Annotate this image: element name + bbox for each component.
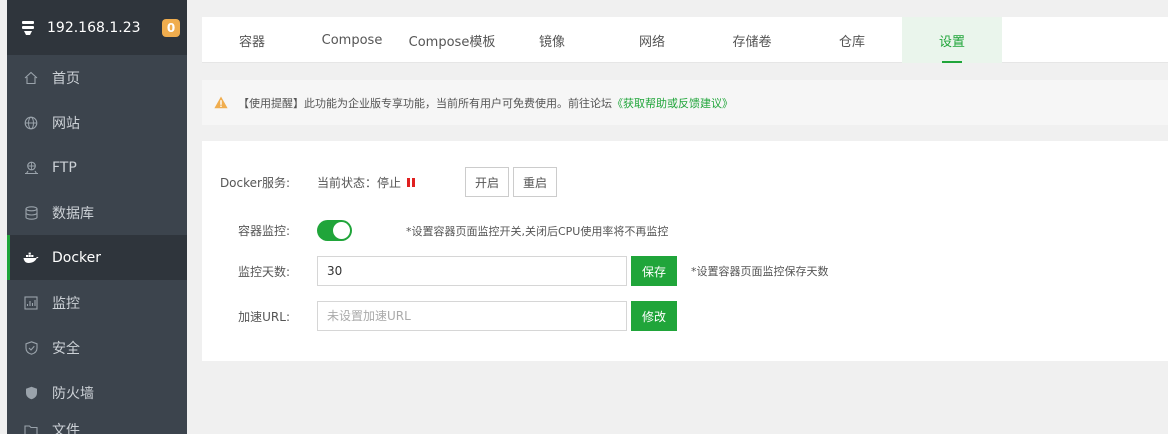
accelerate-url-label: 加速URL: <box>238 309 290 324</box>
docker-tabs: 容器 Compose Compose模板 镜像 网络 存储卷 仓库 设置 <box>202 17 1168 63</box>
sidebar: 192.168.1.23 0 首页 网站 FTP 数据库 Docker 监控 安… <box>7 0 187 434</box>
sidebar-item-label: FTP <box>52 159 77 176</box>
tab-networks[interactable]: 网络 <box>602 17 702 63</box>
sidebar-item-label: 数据库 <box>52 205 94 222</box>
monitor-days-row: 监控天数: 保存 *设置容器页面监控保存天数 <box>202 256 829 286</box>
monitor-icon <box>23 295 39 311</box>
monitor-hint: *设置容器页面监控开关,关闭后CPU使用率将不再监控 <box>406 224 669 238</box>
accelerate-url-input[interactable] <box>317 301 627 331</box>
sidebar-item-home[interactable]: 首页 <box>7 55 187 100</box>
monitor-days-hint: *设置容器页面监控保存天数 <box>691 265 829 278</box>
database-icon <box>23 205 39 221</box>
warning-icon <box>214 96 228 110</box>
service-status-text: 当前状态：停止 <box>317 175 402 190</box>
server-icon <box>20 20 36 36</box>
docker-icon <box>23 250 39 266</box>
docker-service-label: Docker服务: <box>219 175 290 190</box>
restart-button[interactable]: 重启 <box>513 167 558 197</box>
tab-registry[interactable]: 仓库 <box>802 17 902 63</box>
sidebar-item-ftp[interactable]: FTP <box>7 145 187 190</box>
sidebar-item-label: 文件 <box>52 423 80 434</box>
home-icon <box>23 70 39 86</box>
sidebar-item-monitor[interactable]: 监控 <box>7 280 187 325</box>
server-header[interactable]: 192.168.1.23 0 <box>7 0 187 55</box>
tab-images[interactable]: 镜像 <box>502 17 602 63</box>
shield-icon <box>23 340 39 356</box>
sidebar-item-database[interactable]: 数据库 <box>7 190 187 235</box>
sidebar-item-firewall[interactable]: 防火墙 <box>7 370 187 415</box>
tab-compose-templates[interactable]: Compose模板 <box>402 17 502 63</box>
firewall-icon <box>23 385 39 401</box>
tab-settings[interactable]: 设置 <box>902 17 1002 63</box>
tab-volumes[interactable]: 存储卷 <box>702 17 802 63</box>
sidebar-item-website[interactable]: 网站 <box>7 100 187 145</box>
modify-button[interactable]: 修改 <box>631 301 677 331</box>
container-monitor-row: 容器监控: *设置容器页面监控开关,关闭后CPU使用率将不再监控 <box>202 220 668 241</box>
sidebar-item-security[interactable]: 安全 <box>7 325 187 370</box>
sidebar-item-label: 监控 <box>52 295 80 312</box>
tab-containers[interactable]: 容器 <box>202 17 302 63</box>
sidebar-item-files[interactable]: 文件 <box>7 415 187 434</box>
folder-icon <box>23 422 39 434</box>
container-monitor-label: 容器监控: <box>237 224 290 238</box>
usage-notice: 【使用提醒】此功能为企业版专享功能，当前所有用户可免费使用。前往论坛 《获取帮助… <box>202 80 1168 125</box>
settings-panel: Docker服务: 当前状态：停止 开启 重启 容器监控: *设置容器页面监控开… <box>202 141 1168 361</box>
sidebar-item-label: 网站 <box>52 115 80 132</box>
accelerate-url-row: 加速URL: 修改 <box>202 301 677 331</box>
globe-icon <box>23 115 39 131</box>
toggle-knob <box>333 222 350 239</box>
sidebar-item-label: Docker <box>52 249 102 266</box>
sidebar-item-label: 防火墙 <box>52 385 94 402</box>
monitor-days-input[interactable] <box>317 256 627 286</box>
docker-service-row: Docker服务: 当前状态：停止 开启 重启 <box>202 167 558 197</box>
monitor-toggle[interactable] <box>317 220 352 241</box>
save-button[interactable]: 保存 <box>631 256 677 286</box>
tab-compose[interactable]: Compose <box>302 17 402 63</box>
monitor-days-label: 监控天数: <box>237 264 290 279</box>
start-button[interactable]: 开启 <box>465 167 510 197</box>
stopped-icon <box>407 177 416 187</box>
ftp-icon <box>23 160 39 176</box>
sidebar-item-label: 首页 <box>52 70 80 87</box>
sidebar-item-docker[interactable]: Docker <box>7 235 187 280</box>
message-badge[interactable]: 0 <box>162 18 180 37</box>
service-status: 当前状态：停止 <box>317 174 416 191</box>
server-ip: 192.168.1.23 <box>47 19 141 36</box>
notice-text: 【使用提醒】此功能为企业版专享功能，当前所有用户可免费使用。前往论坛 <box>238 96 612 110</box>
sidebar-item-label: 安全 <box>52 340 80 357</box>
feedback-link[interactable]: 《获取帮助或反馈建议》 <box>612 95 733 111</box>
